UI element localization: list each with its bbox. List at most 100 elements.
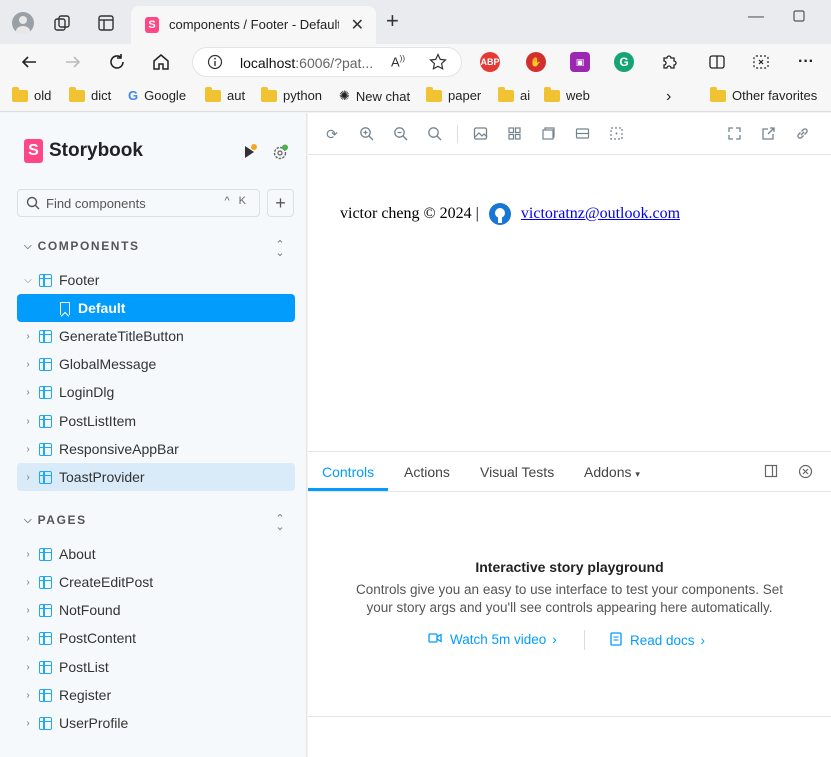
active-tab[interactable]: S components / Footer - Default - Storyb…: [131, 6, 376, 44]
tab-addons[interactable]: Addons ▾: [584, 464, 640, 480]
extensions-puzzle-icon[interactable]: [656, 49, 682, 75]
expand-collapse-icon[interactable]: ⌃ ⌄: [272, 240, 288, 261]
tab-controls[interactable]: Controls: [322, 464, 374, 480]
whats-new-icon[interactable]: [242, 144, 258, 163]
addons-panel: Controls Actions Visual Tests Addons ▾ I…: [308, 451, 831, 757]
tab-visual-tests[interactable]: Visual Tests: [480, 464, 554, 480]
split-screen-icon[interactable]: [704, 49, 730, 75]
storybook-logo[interactable]: S Storybook: [24, 139, 143, 163]
document-icon: [610, 632, 622, 649]
email-link[interactable]: victoratnz@outlook.com: [521, 205, 680, 223]
measure-icon[interactable]: [608, 126, 624, 142]
tab-actions[interactable]: Actions: [404, 464, 450, 480]
bookmark-other-favorites[interactable]: Other favorites: [710, 86, 817, 103]
viewport-icon[interactable]: [574, 126, 590, 142]
new-tab-button[interactable]: +: [386, 10, 399, 32]
grammarly-icon[interactable]: G: [614, 52, 634, 72]
ublock-icon[interactable]: ✋: [526, 52, 546, 72]
read-docs-link[interactable]: Read docs ›: [610, 632, 705, 649]
folder-icon: [544, 86, 560, 102]
extension-purple-icon[interactable]: ▣: [570, 52, 590, 72]
storybook-favicon-icon: S: [145, 17, 159, 33]
watch-video-link[interactable]: Watch 5m video ›: [428, 632, 557, 647]
home-icon[interactable]: [148, 49, 174, 75]
storybook-sidebar: S Storybook Find components ^ K + ⌵ COMP…: [0, 113, 307, 757]
workspaces-icon[interactable]: [53, 14, 71, 35]
search-components-input[interactable]: Find components ^ K: [17, 189, 260, 217]
components-section-header[interactable]: ⌵ COMPONENTS: [24, 239, 140, 253]
bookmark-google[interactable]: G Google: [128, 88, 186, 103]
zoom-out-icon[interactable]: [392, 126, 408, 142]
remount-icon[interactable]: ⟳: [324, 126, 340, 142]
chevron-right-icon: ›: [26, 632, 30, 644]
settings-gear-icon[interactable]: [272, 144, 289, 164]
forward-icon[interactable]: [60, 49, 86, 75]
bookmark-web[interactable]: web: [544, 86, 590, 103]
read-aloud-icon[interactable]: A)): [391, 54, 405, 69]
tree-item-globalmessage[interactable]: › GlobalMessage: [17, 350, 295, 378]
tree-item-generatetitlebutton[interactable]: › GenerateTitleButton: [17, 322, 295, 350]
active-tab-underline: [308, 488, 388, 491]
bookmark-old[interactable]: old: [12, 86, 51, 103]
bookmarks-overflow-chevron-icon[interactable]: ›: [666, 88, 671, 106]
tree-item-about[interactable]: › About: [17, 540, 295, 568]
favorite-star-icon[interactable]: [429, 53, 447, 74]
addons-tabbar: Controls Actions Visual Tests Addons ▾: [308, 452, 831, 492]
create-story-button[interactable]: +: [267, 189, 294, 217]
tree-item-logindlg[interactable]: › LoginDlg: [17, 378, 295, 406]
tree-item-default-story[interactable]: Default: [17, 294, 295, 322]
bookmark-dict[interactable]: dict: [69, 86, 111, 103]
close-tab-icon[interactable]: ✕: [351, 15, 364, 35]
outline-icon[interactable]: [540, 126, 556, 142]
story-canvas: victor cheng © 2024 | victoratnz@outlook…: [308, 155, 831, 451]
tree-item-register[interactable]: › Register: [17, 681, 295, 709]
chevron-right-icon: ›: [552, 632, 557, 647]
address-bar[interactable]: localhost:6006/?pat... A)): [192, 47, 462, 77]
open-new-tab-icon[interactable]: [760, 126, 776, 142]
zoom-reset-icon[interactable]: [426, 126, 442, 142]
tree-item-notfound[interactable]: › NotFound: [17, 596, 295, 624]
grid-icon[interactable]: [506, 126, 522, 142]
tree-item-toastprovider[interactable]: › ToastProvider: [17, 463, 295, 491]
screenshot-icon[interactable]: [748, 49, 774, 75]
fullscreen-icon[interactable]: [726, 126, 742, 142]
bookmark-aut[interactable]: aut: [205, 86, 245, 103]
component-icon: [39, 414, 52, 428]
bookmark-new-chat[interactable]: ✺ New chat: [339, 88, 410, 104]
tree-item-responsiveappbar[interactable]: › ResponsiveAppBar: [17, 435, 295, 463]
url-text[interactable]: localhost:6006/?pat...: [240, 55, 373, 71]
tree-item-footer[interactable]: ⌵ Footer: [17, 266, 295, 294]
bookmark-python[interactable]: python: [261, 86, 322, 103]
chevron-right-icon: ›: [26, 386, 30, 398]
google-icon: G: [128, 88, 139, 103]
caret-down-icon: ▾: [635, 469, 640, 479]
close-panel-icon[interactable]: [797, 464, 813, 480]
profile-avatar[interactable]: [12, 12, 34, 36]
chevron-down-icon: ⌵: [24, 274, 32, 286]
more-menu-icon[interactable]: ···: [793, 49, 819, 75]
bookmark-ai[interactable]: ai: [498, 86, 530, 103]
tree-item-userprofile[interactable]: › UserProfile: [17, 709, 295, 737]
tab-actions-icon[interactable]: [97, 14, 115, 35]
tree-item-postcontent[interactable]: › PostContent: [17, 624, 295, 652]
minimize-icon[interactable]: —: [748, 8, 764, 26]
maximize-icon[interactable]: [793, 9, 805, 27]
component-icon: [39, 603, 52, 617]
zoom-in-icon[interactable]: [358, 126, 374, 142]
site-info-icon[interactable]: [207, 54, 223, 73]
back-icon[interactable]: [16, 49, 42, 75]
github-icon[interactable]: [488, 203, 511, 225]
copy-link-icon[interactable]: [794, 126, 810, 142]
component-icon: [39, 273, 52, 287]
background-icon[interactable]: [472, 126, 488, 142]
adblock-icon[interactable]: ABP: [480, 52, 500, 72]
panel-orientation-icon[interactable]: [763, 464, 779, 480]
tree-item-postlistitem[interactable]: › PostListItem: [17, 407, 295, 435]
bookmark-paper[interactable]: paper: [426, 86, 481, 103]
browser-tab-bar: S components / Footer - Default - Storyb…: [0, 0, 831, 44]
pages-section-header[interactable]: ⌵ PAGES: [24, 513, 87, 527]
tree-item-createeditpost[interactable]: › CreateEditPost: [17, 568, 295, 596]
expand-collapse-icon[interactable]: ⌃ ⌄: [272, 514, 288, 535]
tree-item-postlist[interactable]: › PostList: [17, 653, 295, 681]
reload-icon[interactable]: [104, 49, 130, 75]
